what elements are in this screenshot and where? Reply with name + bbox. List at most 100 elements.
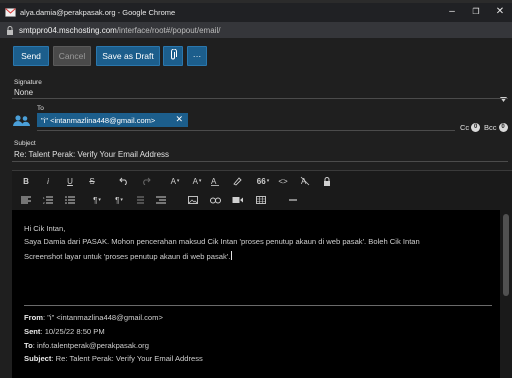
quoted-sent-label: Sent	[24, 327, 41, 336]
url-host: smtppro04.mschosting.com	[19, 25, 117, 35]
to-label: To	[37, 105, 44, 112]
text-direction-dropdown-icon: ▾	[120, 197, 123, 203]
paragraph-format-button[interactable]: ¶ ▾	[88, 193, 106, 207]
font-size-dropdown-icon: ▾	[176, 178, 180, 184]
body-greeting: Hi Cik Intan,	[24, 224, 66, 233]
url-path: /interface/root#/popout/email/	[116, 25, 221, 35]
font-color-button[interactable]: A ▾	[188, 174, 206, 188]
font-color-dropdown-icon: ▾	[198, 178, 202, 184]
attach-button[interactable]	[163, 46, 183, 66]
signature-divider	[12, 98, 508, 99]
quoted-from: From: "i" <intanmazlina448@gmail.com>	[24, 313, 163, 322]
url-text[interactable]: smtppro04.mschosting.com/interface/root#…	[19, 26, 220, 35]
bcc-label: Bcc	[484, 123, 497, 132]
indent-icon[interactable]	[154, 193, 168, 207]
title-bar: alya.damia@perakpasak.org - Google Chrom…	[0, 0, 512, 22]
close-window-button[interactable]: ✕	[488, 0, 512, 22]
subject-input[interactable]: Re: Talent Perak: Verify Your Email Addr…	[14, 150, 169, 159]
body-line-1: Saya Damia dari PASAK. Mohon pencerahan …	[24, 237, 420, 246]
quoted-to-label: To	[24, 341, 33, 350]
unordered-list-icon[interactable]	[63, 193, 77, 207]
lock-icon	[3, 22, 17, 38]
address-bar[interactable]: smtppro04.mschosting.com/interface/root#…	[0, 22, 512, 38]
quoted-to: To: info.talentperak@perakpasak.org	[24, 341, 149, 350]
text-cursor	[231, 251, 233, 260]
insert-video-icon[interactable]	[230, 193, 244, 207]
restore-button[interactable]: ❐	[464, 0, 488, 22]
horizontal-rule-icon[interactable]	[286, 193, 300, 207]
text-direction-button[interactable]: ¶ ▾	[110, 193, 128, 207]
bcc-count-badge: 0	[498, 123, 508, 132]
strikethrough-button[interactable]: S	[85, 174, 99, 188]
window-controls: – ❐ ✕	[440, 0, 512, 22]
more-options-button[interactable]: ···	[187, 46, 207, 66]
quoted-to-value: info.talentperak@perakpasak.org	[36, 341, 149, 350]
cc-toggle[interactable]: Cc 0	[460, 123, 481, 132]
paragraph-glyph: ¶	[93, 195, 98, 205]
message-editor[interactable]: Hi Cik Intan, Saya Damia dari PASAK. Moh…	[12, 210, 500, 378]
compose-toolbar: Send Cancel Save as Draft ···	[0, 38, 512, 72]
insert-table-icon[interactable]	[254, 193, 268, 207]
recipient-address: "i" <intanmazlina448@gmail.com>	[41, 115, 156, 125]
font-size-glyph: A	[170, 176, 176, 186]
send-button[interactable]: Send	[13, 46, 49, 66]
scrollbar-thumb[interactable]	[503, 214, 509, 296]
recipient-chip[interactable]: "i" <intanmazlina448@gmail.com> ✕	[37, 113, 188, 127]
signature-select[interactable]: None	[14, 88, 33, 97]
save-draft-button[interactable]: Save as Draft	[96, 46, 160, 66]
svg-text:1: 1	[43, 196, 45, 200]
undo-icon[interactable]	[117, 174, 131, 188]
quoted-sent-value: 10/25/22 8:50 PM	[44, 327, 105, 336]
quote-dropdown-icon: ▾	[266, 178, 270, 184]
remove-recipient-icon[interactable]: ✕	[175, 114, 183, 125]
cc-count-badge: 0	[471, 123, 481, 132]
text-direction-glyph: ¶	[115, 195, 120, 205]
quote-glyph: 66	[256, 176, 266, 186]
highlighter-icon[interactable]	[230, 174, 244, 188]
quoted-from-value: "i" <intanmazlina448@gmail.com>	[47, 313, 163, 322]
paragraph-dropdown-icon: ▾	[98, 197, 101, 203]
svg-text:A: A	[211, 177, 217, 186]
title-strip	[0, 0, 512, 3]
cancel-button[interactable]: Cancel	[53, 46, 91, 66]
contacts-icon[interactable]	[13, 114, 30, 132]
body-line-2-text: Screenshot layar untuk 'proses penutup a…	[24, 252, 231, 261]
quoted-subject-label: Subject	[24, 354, 52, 363]
bcc-toggle[interactable]: Bcc 0	[484, 123, 508, 132]
mail-envelope-icon	[4, 7, 16, 19]
lock-icon[interactable]	[320, 174, 334, 188]
bold-button[interactable]: B	[19, 174, 33, 188]
quoted-subject-value: Re: Talent Perak: Verify Your Email Addr…	[55, 354, 203, 363]
italic-button[interactable]: i	[41, 174, 55, 188]
subject-label: Subject	[14, 140, 36, 147]
email-compose-window: alya.damia@perakpasak.org - Google Chrom…	[0, 0, 512, 378]
insert-image-icon[interactable]	[186, 193, 200, 207]
cc-label: Cc	[460, 123, 470, 132]
body-line-2: Screenshot layar untuk 'proses penutup a…	[24, 251, 233, 261]
format-toolbar: B i U S A ▾ A ▾ A 66 ▾ <> A 12 ¶ ▾ ¶ ▾	[12, 170, 512, 210]
quoted-sent: Sent: 10/25/22 8:50 PM	[24, 327, 105, 336]
outdent-icon[interactable]	[132, 193, 146, 207]
window-title: alya.damia@perakpasak.org - Google Chrom…	[20, 8, 176, 17]
underline-button[interactable]: U	[63, 174, 77, 188]
redo-icon[interactable]	[139, 174, 153, 188]
insert-link-icon[interactable]	[208, 193, 222, 207]
text-format-icon[interactable]: A	[208, 174, 222, 188]
clear-format-icon[interactable]: A	[298, 174, 312, 188]
align-left-icon[interactable]	[19, 193, 33, 207]
quoted-from-label: From	[24, 313, 43, 322]
to-divider	[37, 130, 455, 131]
editor-scrollbar[interactable]	[500, 210, 512, 378]
code-button[interactable]: <>	[276, 174, 290, 188]
blockquote-button[interactable]: 66 ▾	[254, 174, 272, 188]
font-color-glyph: A	[192, 176, 198, 186]
minimize-button[interactable]: –	[440, 0, 464, 22]
signature-label: Signature	[14, 79, 42, 86]
subject-divider	[12, 161, 508, 162]
paperclip-icon	[169, 48, 177, 63]
quoted-divider	[24, 305, 492, 306]
svg-text:2: 2	[43, 201, 45, 204]
font-size-button[interactable]: A ▾	[166, 174, 184, 188]
quoted-subject: Subject: Re: Talent Perak: Verify Your E…	[24, 354, 203, 363]
ordered-list-icon[interactable]: 12	[41, 193, 55, 207]
